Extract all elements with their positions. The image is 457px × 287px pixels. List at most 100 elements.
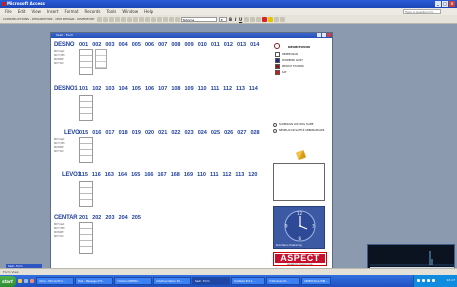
seat-code[interactable]: 024 (198, 130, 207, 136)
taskbar-item[interactable]: 3 Windows Ex... (266, 277, 300, 285)
form-close-button[interactable] (327, 33, 331, 37)
menu-tools[interactable]: Tools (106, 9, 116, 14)
seat-code[interactable]: 164 (118, 172, 127, 178)
seat-code[interactable]: 120 (248, 172, 257, 178)
seat-code[interactable]: 114 (249, 86, 258, 92)
fill-color-icon[interactable] (267, 16, 273, 22)
tray-security-icon[interactable] (427, 279, 430, 282)
seat-code[interactable]: 104 (119, 86, 128, 92)
seat-code[interactable]: 108 (171, 86, 180, 92)
seat-code[interactable]: 111 (211, 86, 220, 92)
seat-code[interactable]: 020 (145, 130, 154, 136)
seat-code[interactable]: 107 (158, 86, 167, 92)
seat-code[interactable]: 165 (131, 172, 140, 178)
seat-code[interactable]: 168 (171, 172, 180, 178)
seat-code[interactable]: 169 (184, 172, 193, 178)
pencil-icon[interactable] (295, 149, 307, 161)
tray-network-icon[interactable] (417, 279, 420, 282)
seat-code[interactable]: 022 (171, 130, 180, 136)
seat-status-boxes[interactable] (95, 49, 107, 69)
seat-code[interactable]: 112 (223, 86, 232, 92)
font-size-select[interactable]: 8 (218, 16, 227, 22)
taskbar-item[interactable]: ASPEKT-bina WIN... (301, 277, 331, 285)
tray-volume-icon[interactable] (422, 279, 425, 282)
toolbar-properties-icon[interactable] (162, 16, 168, 22)
taskbar-item[interactable]: hotelfoundation 30... (153, 277, 191, 285)
seat-code[interactable]: 019 (132, 130, 141, 136)
quicklaunch-desktop-icon[interactable] (24, 279, 28, 283)
seat-code[interactable]: 201 (79, 215, 88, 221)
seat-code[interactable]: 007 (158, 42, 167, 48)
seat-code[interactable]: 014 (250, 42, 259, 48)
toolbar-help-icon[interactable] (174, 16, 180, 22)
tray-app-icon[interactable] (432, 279, 435, 282)
taskbar-item[interactable]: Pest - Message (HT... (75, 277, 113, 285)
radio-option-free-seats[interactable]: SLOBODAN LOK NOG SLIME (273, 123, 329, 127)
seat-code[interactable]: 106 (145, 86, 154, 92)
seat-status-boxes[interactable] (79, 49, 93, 75)
seat-form-window[interactable]: Seat - Form DESNO 001 002 003 004 005 00… (50, 32, 333, 271)
toolbar-object-path[interactable]: CONSTRUCTIONS - DESCRIPTION - CPM DESIGN… (3, 17, 95, 21)
menu-format[interactable]: Format (64, 9, 78, 14)
quicklaunch-ie-icon[interactable] (18, 279, 22, 283)
quicklaunch-media-icon[interactable] (30, 279, 34, 283)
seat-code[interactable]: 110 (198, 86, 207, 92)
toolbar-copy-icon[interactable] (114, 16, 120, 22)
seat-code[interactable]: 016 (92, 130, 101, 136)
menu-records[interactable]: Records (85, 9, 101, 14)
seat-code[interactable]: 110 (197, 172, 206, 178)
font-name-select[interactable]: Tahoma (180, 16, 217, 22)
tray-clock[interactable]: 12:17 (446, 278, 455, 282)
seat-code[interactable]: 005 (132, 42, 141, 48)
seat-code[interactable]: 102 (92, 86, 101, 92)
menu-file[interactable]: File (5, 9, 12, 14)
seat-code[interactable]: 001 (79, 42, 88, 48)
seat-code[interactable]: 163 (105, 172, 114, 178)
toolbar-paste-icon[interactable] (120, 16, 126, 22)
seat-code[interactable]: 115 (79, 172, 88, 178)
form-minimize-button[interactable] (317, 33, 321, 37)
font-color-icon[interactable] (261, 16, 267, 22)
italic-button[interactable]: I (234, 17, 238, 22)
menu-insert[interactable]: Insert (47, 9, 58, 14)
taskbar-item-active[interactable]: Seat - Form (192, 277, 230, 285)
radio-option-season-tickets[interactable]: NEOBLACAN SATTLE ABBONAMALEK (273, 129, 329, 133)
seat-code[interactable]: 013 (237, 42, 246, 48)
seat-code[interactable]: 028 (250, 130, 259, 136)
seat-code[interactable]: 202 (92, 215, 101, 221)
seat-code[interactable]: 113 (235, 172, 244, 178)
menu-window[interactable]: Window (122, 9, 138, 14)
align-left-icon[interactable] (243, 16, 249, 22)
menu-edit[interactable]: Edit (18, 9, 26, 14)
toolbar-print-icon[interactable] (102, 16, 108, 22)
seat-code[interactable]: 017 (105, 130, 114, 136)
seat-code[interactable]: 006 (145, 42, 154, 48)
seat-code[interactable]: 015 (79, 130, 88, 136)
line-color-icon[interactable] (273, 16, 279, 22)
seat-code[interactable]: 167 (158, 172, 167, 178)
seat-code[interactable]: 003 (105, 42, 114, 48)
seat-code[interactable]: 116 (92, 172, 101, 178)
toolbar-filter-icon[interactable] (132, 16, 138, 22)
toolbar-save-icon[interactable] (96, 16, 102, 22)
seat-status-boxes[interactable] (79, 137, 93, 163)
seat-code[interactable]: 113 (236, 86, 245, 92)
seat-code[interactable]: 010 (198, 42, 207, 48)
seat-code[interactable]: 002 (92, 42, 101, 48)
seat-code[interactable]: 101 (79, 86, 88, 92)
radio-button[interactable] (273, 129, 277, 133)
close-button[interactable]: × (449, 1, 455, 7)
seat-status-boxes[interactable] (79, 95, 93, 121)
seat-code[interactable]: 012 (224, 42, 233, 48)
seat-code[interactable]: 105 (132, 86, 141, 92)
toolbar-database-icon[interactable] (168, 16, 174, 22)
notes-box[interactable] (273, 163, 325, 201)
taskbar-item[interactable]: OneNote Ext 2... (231, 277, 265, 285)
form-maximize-button[interactable] (322, 33, 326, 37)
menu-help[interactable]: Help (144, 9, 153, 14)
toolbar-find-icon[interactable] (144, 16, 150, 22)
seat-code[interactable]: 026 (224, 130, 233, 136)
seat-code[interactable]: 203 (105, 215, 114, 221)
maximize-button[interactable]: □ (442, 1, 448, 7)
seat-code[interactable]: 011 (211, 42, 220, 48)
